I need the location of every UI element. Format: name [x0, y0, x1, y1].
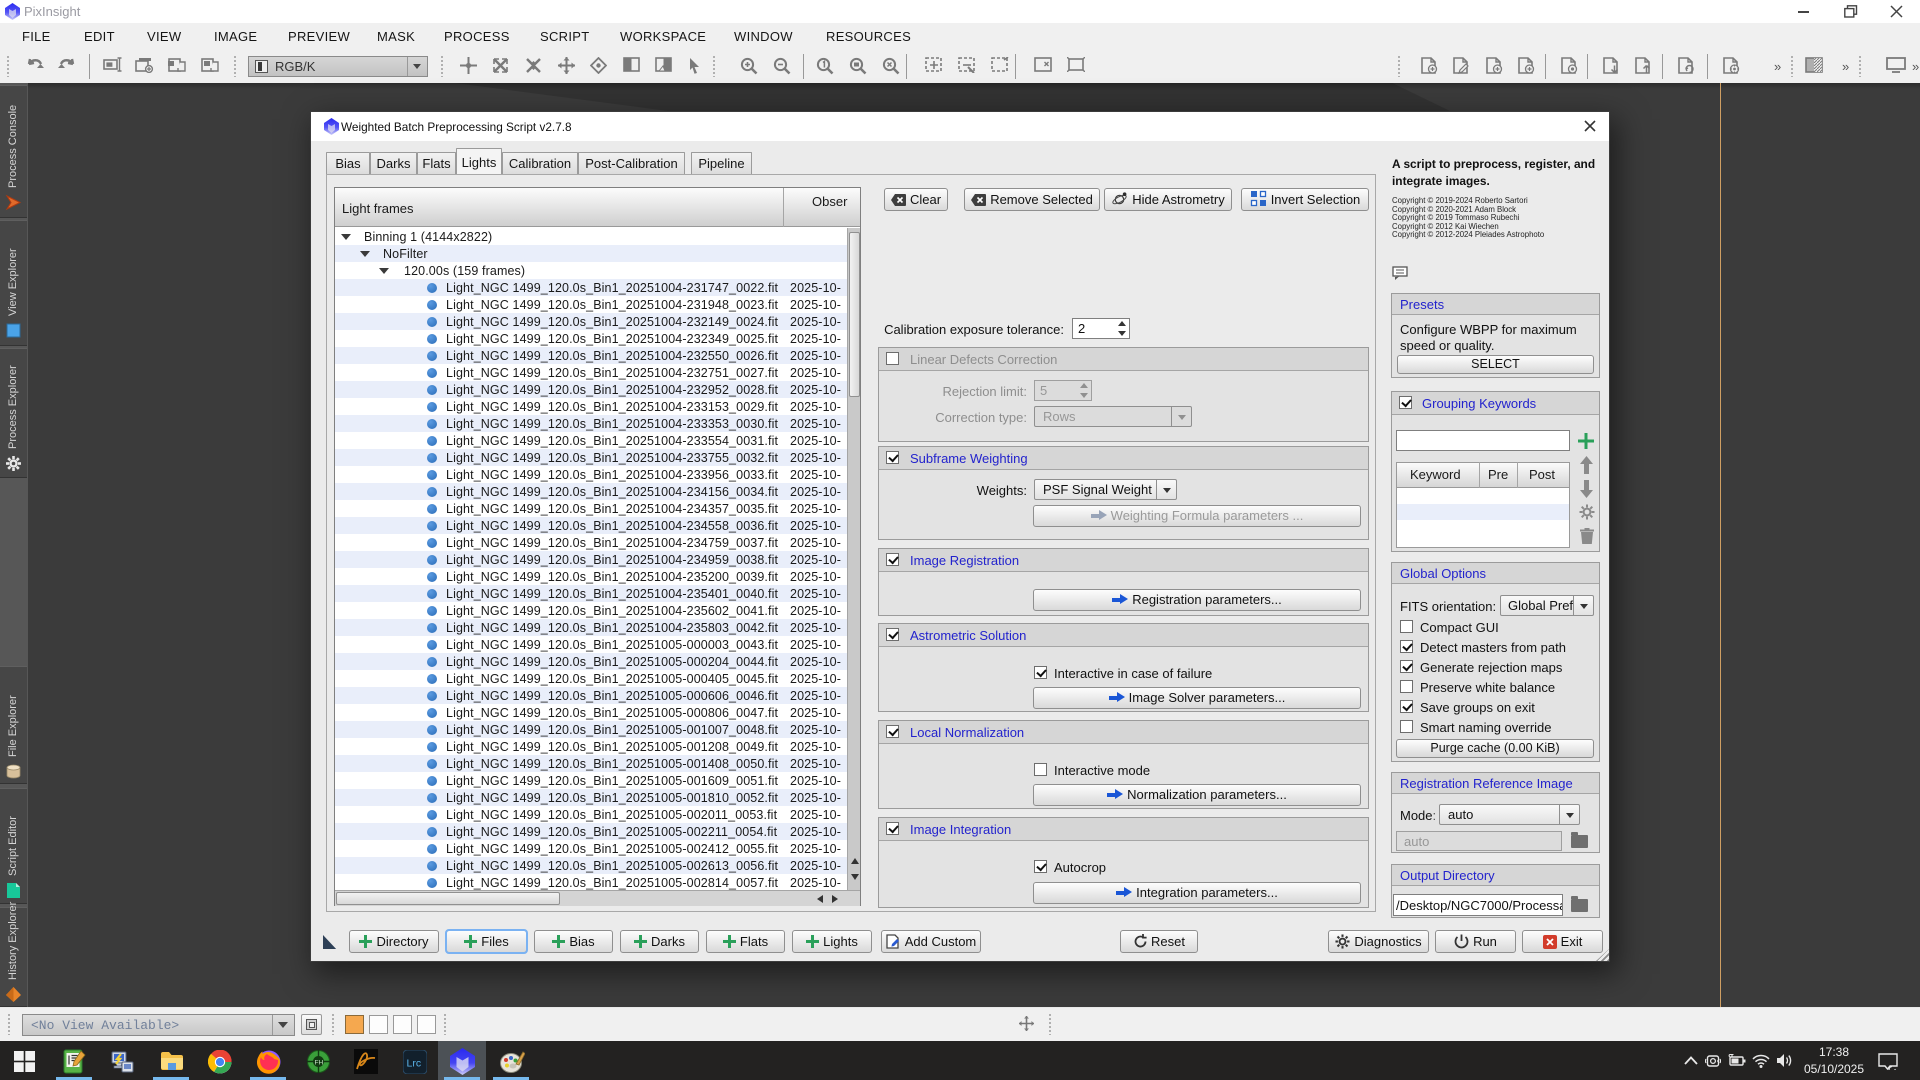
svg-text:Lrc: Lrc [407, 1058, 422, 1070]
svg-text:FH: FH [315, 1060, 324, 1067]
